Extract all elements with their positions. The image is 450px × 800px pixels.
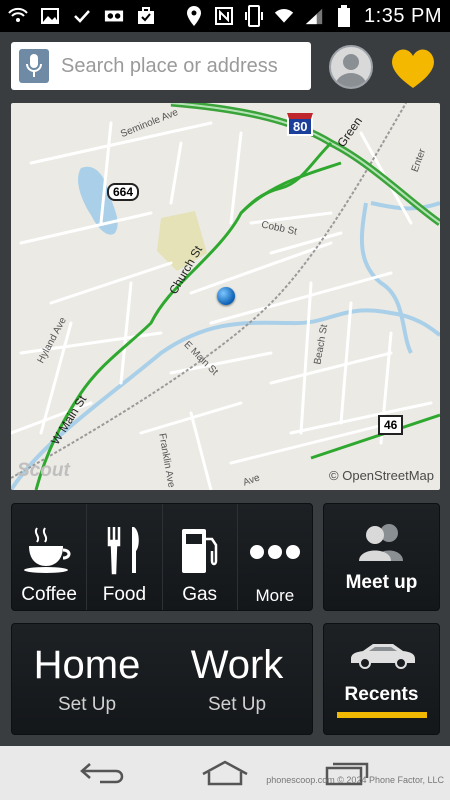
category-coffee[interactable]: Coffee [12,504,88,610]
route-80-shield: 80 [287,113,314,136]
search-input[interactable]: Search place or address [61,55,278,78]
category-label: Gas [182,584,218,605]
vibrate-icon [244,5,264,27]
recents-active-indicator [336,711,427,718]
coffee-cup-icon [23,522,75,578]
heart-favorites-icon[interactable] [388,46,438,90]
battery-icon [334,5,354,27]
work-setup: Set Up [207,693,267,715]
home-title: Home [33,642,141,687]
saved-places: Home Set Up Work Set Up [11,623,313,735]
route-46-shield: 46 [378,415,404,435]
category-label: Food [102,584,147,605]
signal-icon [304,6,324,26]
recents-label: Recents [344,683,419,705]
briefcase-icon [136,6,156,26]
map-view[interactable]: Seminole Ave 664 80 46 Church St Cobb St… [11,103,440,490]
category-gas[interactable]: Gas [163,504,238,610]
route-664-shield: 664 [107,183,140,201]
recents-button[interactable]: Recents [323,623,440,735]
car-icon [347,641,417,674]
home-setup: Set Up [57,693,117,715]
gas-pump-icon [178,522,222,578]
wifi-icon [274,6,294,26]
meetup-button[interactable]: Meet up [323,503,440,611]
search-bar[interactable]: Search place or address [11,42,311,90]
voicemail-icon [104,6,124,26]
nfc-icon [214,6,234,26]
category-label: Coffee [21,584,77,605]
top-bar: Search place or address [0,32,450,98]
wifi-hotspot-icon [8,6,28,26]
back-icon[interactable] [78,758,128,788]
fork-knife-icon [104,522,144,578]
image-icon [40,6,60,26]
current-location-pin[interactable] [217,287,235,305]
home-icon[interactable] [200,758,250,788]
category-strip: Coffee Food Gas More [11,503,313,611]
profile-avatar-icon[interactable] [329,45,373,89]
people-icon [355,521,409,566]
category-more[interactable]: More [238,504,312,610]
work-button[interactable]: Work Set Up [162,624,312,734]
check-icon [72,6,92,26]
category-label: More [255,586,295,605]
category-food[interactable]: Food [87,504,163,610]
status-time: 1:35 PM [364,4,442,27]
status-bar: 1:35 PM [0,0,450,32]
navigation-bar: phonescoop.com © 2024 Phone Factor, LLC [0,746,450,800]
scout-logo: Scout [17,460,70,481]
watermark: phonescoop.com © 2024 Phone Factor, LLC [266,775,444,785]
mic-icon[interactable] [19,49,49,83]
location-icon [184,6,204,26]
work-title: Work [190,642,284,687]
home-button[interactable]: Home Set Up [12,624,162,734]
map-attribution[interactable]: © OpenStreetMap [329,468,434,483]
more-dots-icon [249,524,301,580]
meetup-label: Meet up [345,571,418,593]
